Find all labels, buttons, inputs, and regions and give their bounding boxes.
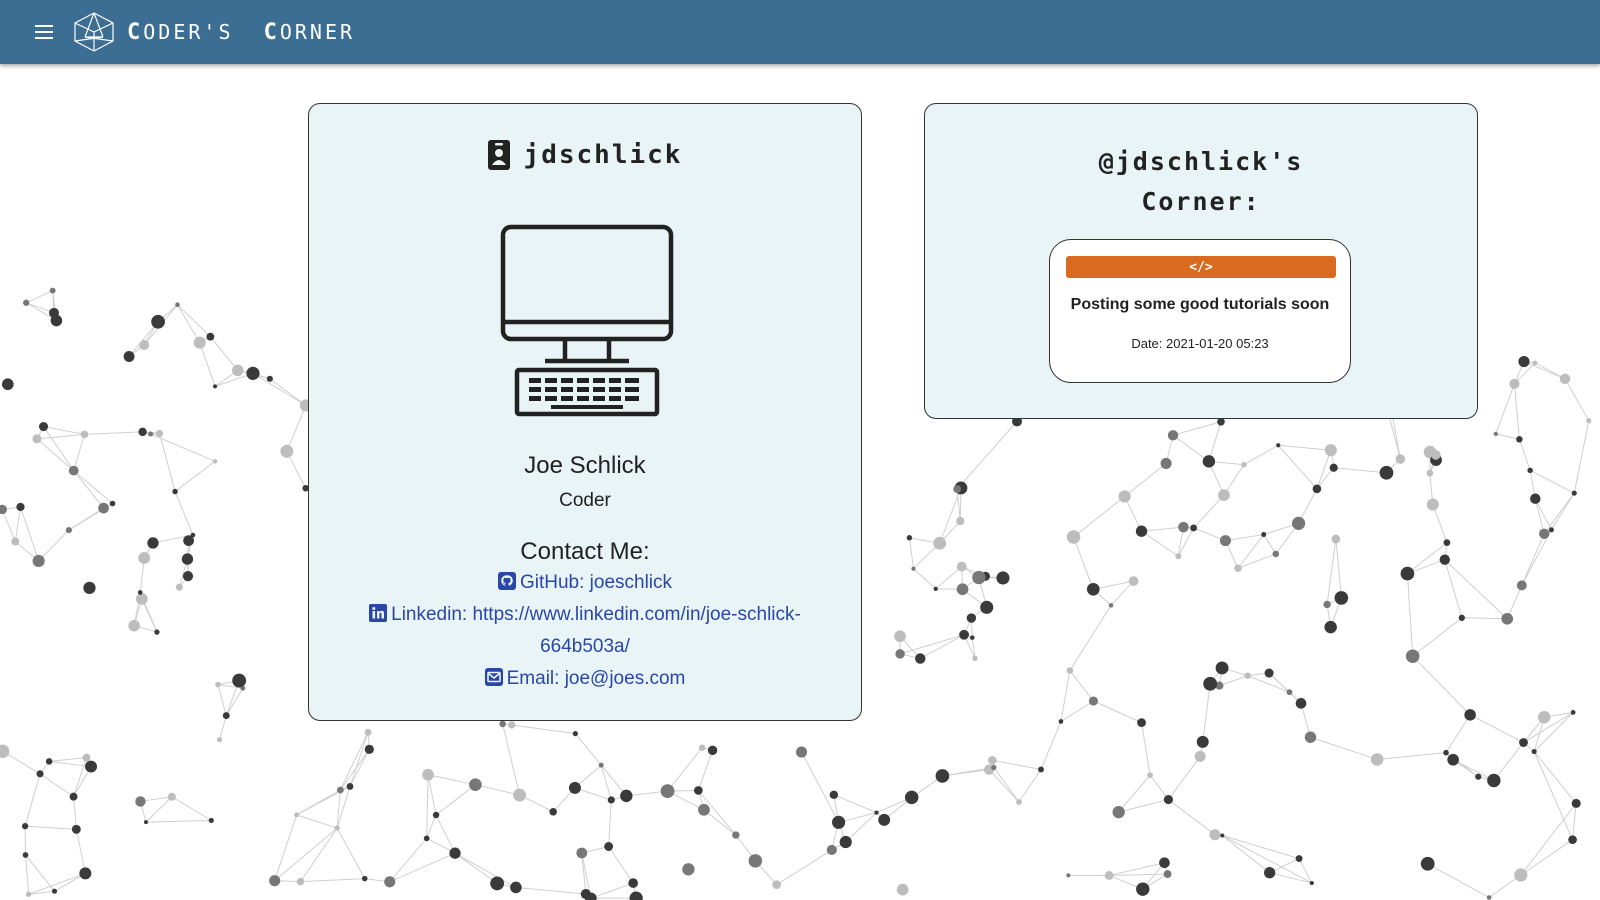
site-brand[interactable]: CODER'S CORNER (127, 20, 355, 45)
corner-title-line1: @jdschlick's (1098, 147, 1304, 176)
profile-header: jdschlick (309, 140, 861, 170)
corner-title-line2: Corner: (1141, 187, 1261, 216)
github-icon (497, 572, 516, 590)
linkedin-label: Linkedin: https://www.linkedin.com/in/jo… (391, 604, 801, 657)
envelope-icon (484, 668, 503, 686)
profile-username: jdschlick (523, 140, 683, 170)
linkedin-link[interactable]: Linkedin: https://www.linkedin.com/in/jo… (309, 599, 861, 663)
github-label: GitHub: joeschlick (519, 572, 673, 593)
brand-word-1: ODER'S (143, 19, 234, 44)
profile-role: Coder (559, 490, 611, 511)
linkedin-icon (369, 604, 388, 622)
email-link[interactable]: Email: joe@joes.com (309, 663, 861, 695)
brand-initial-2: C (263, 19, 280, 45)
github-link[interactable]: GitHub: joeschlick (309, 567, 861, 599)
hamburger-menu-icon[interactable] (35, 20, 59, 44)
code-icon: </> (1066, 256, 1336, 278)
profile-full-name: Joe Schlick (524, 452, 646, 479)
top-navigation-bar: CODER'S CORNER (0, 0, 1600, 64)
post-card[interactable]: </> Posting some good tutorials soon Dat… (1049, 239, 1351, 383)
profile-card: jdschlick Joe Schlick Coder Contact Me: … (308, 103, 862, 721)
corner-title: @jdschlick's Corner: (925, 142, 1477, 222)
logo-icon[interactable] (71, 11, 117, 53)
id-badge-icon (487, 140, 510, 170)
brand-word-2: ORNER (279, 19, 356, 44)
post-date: Date: 2021-01-20 05:23 (1131, 336, 1269, 351)
post-title[interactable]: Posting some good tutorials soon (1050, 296, 1350, 314)
corner-card: @jdschlick's Corner: </> Posting some go… (924, 103, 1478, 419)
email-label: Email: joe@joes.com (506, 668, 686, 689)
brand-initial-1: C (127, 19, 144, 45)
contact-heading: Contact Me: (520, 538, 650, 565)
desktop-computer-icon (500, 224, 674, 417)
